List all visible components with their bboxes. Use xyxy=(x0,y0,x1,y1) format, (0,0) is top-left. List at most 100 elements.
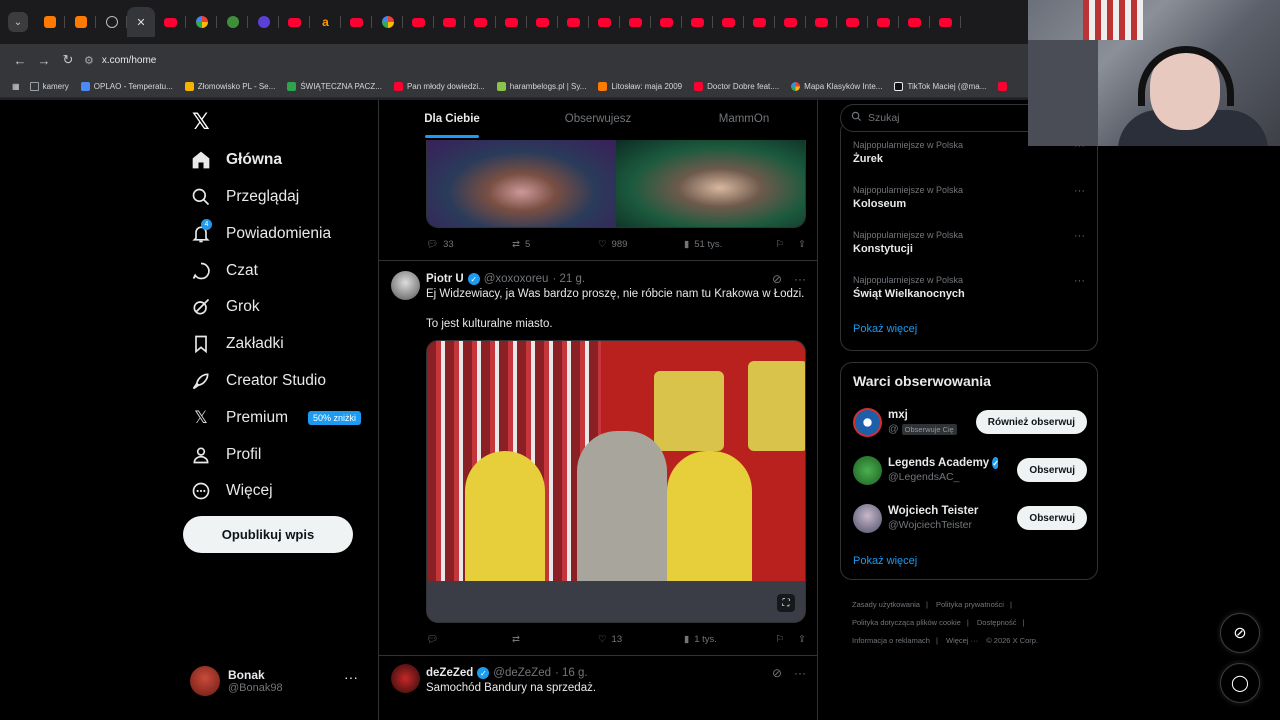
like-button[interactable]: ♡ 13 xyxy=(598,634,684,645)
browser-tab[interactable] xyxy=(620,7,651,37)
browser-tab[interactable] xyxy=(806,7,837,37)
browser-tab[interactable] xyxy=(868,7,899,37)
nav-item-chat[interactable]: Czat xyxy=(190,256,258,286)
bookmark-item[interactable]: Doctor Dobre feat.... xyxy=(694,82,779,91)
trend-item[interactable]: Najpopularniejsze w Polska Koloseum ··· xyxy=(853,185,1085,210)
browser-tab[interactable] xyxy=(527,7,558,37)
browser-tab[interactable] xyxy=(744,7,775,37)
address-bar[interactable]: ⚙ x.com/home xyxy=(84,54,156,67)
tab-for-you[interactable]: Dla Ciebie xyxy=(379,100,525,138)
more-horizontal-icon[interactable]: ··· xyxy=(794,272,806,286)
browser-tab[interactable] xyxy=(403,7,434,37)
nav-item-more[interactable]: Więcej xyxy=(190,476,273,506)
share-icon[interactable]: ⇪ xyxy=(798,634,806,645)
bookmark-item[interactable]: Pan młody dowiedzi... xyxy=(393,82,485,91)
nav-item-bookmarks[interactable]: Zakładki xyxy=(190,329,284,359)
footer-link[interactable]: Polityka dotycząca plików cookie xyxy=(852,618,961,627)
follow-back-button[interactable]: Również obserwuj xyxy=(975,410,1087,434)
browser-tab[interactable] xyxy=(496,7,527,37)
footer-link[interactable]: Polityka prywatności xyxy=(936,600,1004,609)
browser-tab[interactable] xyxy=(558,7,589,37)
bookmark-item[interactable]: Mapa Klasyków Inte... xyxy=(791,82,882,91)
nav-item-premium[interactable]: 𝕏 Premium 50% zniżki xyxy=(190,403,362,433)
bookmark-item[interactable] xyxy=(998,82,1008,91)
browser-tab-active[interactable]: ✕ xyxy=(127,7,155,37)
follow-suggestion[interactable]: Wojciech Teister @WojciechTeister Obserw… xyxy=(853,502,1087,534)
share-icon[interactable]: ⇪ xyxy=(798,239,806,250)
nav-item-home[interactable]: Główna xyxy=(190,145,282,175)
browser-tab[interactable] xyxy=(930,7,961,37)
browser-tab[interactable] xyxy=(217,7,248,37)
footer-link[interactable]: Dostępność xyxy=(977,618,1017,627)
show-more-link[interactable]: Pokaż więcej xyxy=(853,323,917,335)
like-button[interactable]: ♡ 989 xyxy=(598,239,684,250)
nav-item-notifications[interactable]: 4 Powiadomienia xyxy=(190,219,331,249)
nav-item-profile[interactable]: Profil xyxy=(190,440,261,470)
follow-button[interactable]: Obserwuj xyxy=(1017,458,1087,482)
avatar[interactable] xyxy=(391,271,420,300)
tweet-media[interactable] xyxy=(426,140,806,228)
bookmark-icon[interactable]: ⚐ xyxy=(776,634,785,645)
trend-item[interactable]: Najpopularniejsze w Polska Świąt Wielkan… xyxy=(853,275,1085,300)
more-horizontal-icon[interactable]: ··· xyxy=(794,666,806,680)
browser-tab[interactable] xyxy=(341,7,372,37)
grok-icon[interactable]: ⊘ xyxy=(772,272,782,286)
bookmark-item[interactable]: ŚWIĄTECZNA PACZ... xyxy=(287,82,382,91)
site-info-icon[interactable]: ⚙ xyxy=(84,54,94,67)
bookmark-item[interactable]: OPLAO - Temperatu... xyxy=(80,82,173,91)
browser-tab[interactable]: a xyxy=(310,7,341,37)
bookmark-item[interactable]: Litosław: maja 2009 xyxy=(598,82,682,91)
footer-link[interactable]: Zasady użytkowania xyxy=(852,600,920,609)
close-tab-icon[interactable]: ✕ xyxy=(136,16,145,29)
browser-tab[interactable] xyxy=(899,7,930,37)
bookmark-icon[interactable]: ⚐ xyxy=(776,239,785,250)
nav-item-creator-studio[interactable]: Creator Studio xyxy=(190,366,326,396)
author-handle[interactable]: @deZeZed xyxy=(493,667,551,679)
more-horizontal-icon[interactable]: ··· xyxy=(344,669,358,685)
tab-list[interactable]: MammOn xyxy=(671,100,817,138)
author-name[interactable]: deZeZed xyxy=(426,667,473,679)
tab-search-button[interactable]: ⌄ xyxy=(8,12,28,32)
browser-tab[interactable] xyxy=(186,7,217,37)
browser-tab[interactable] xyxy=(155,7,186,37)
tab-following[interactable]: Obserwujesz xyxy=(525,100,671,138)
trend-item[interactable]: Najpopularniejsze w Polska Konstytucji ·… xyxy=(853,230,1085,255)
grok-fab-button[interactable]: ⊘ xyxy=(1220,613,1260,653)
browser-tab[interactable] xyxy=(837,7,868,37)
views-button[interactable]: ▮ 51 tys. xyxy=(684,239,770,250)
apps-icon[interactable]: ▦ xyxy=(12,82,20,91)
chat-fab-button[interactable]: ◯ xyxy=(1220,663,1260,703)
footer-link[interactable]: Informacja o reklamach xyxy=(852,636,930,645)
tweet-media[interactable]: ⛶ xyxy=(426,340,806,623)
tweet-time[interactable]: · 16 g. xyxy=(555,667,588,679)
follow-suggestion[interactable]: mxj @ Obserwuje Cię Również obserwuj xyxy=(853,406,1087,438)
reply-button[interactable]: 💬︎ 33 xyxy=(426,239,512,250)
browser-tab[interactable] xyxy=(372,7,403,37)
browser-tab[interactable] xyxy=(713,7,744,37)
author-handle[interactable]: @xoxoxoreu xyxy=(484,273,549,285)
browser-tab[interactable] xyxy=(589,7,620,37)
x-logo-icon[interactable]: 𝕏 xyxy=(192,110,210,135)
author-name[interactable]: Piotr U xyxy=(426,273,464,285)
bookmark-item[interactable]: Złomowisko PL - Se... xyxy=(184,82,275,91)
browser-tab[interactable] xyxy=(279,7,310,37)
browser-tab[interactable] xyxy=(34,7,65,37)
nav-item-grok[interactable]: Grok xyxy=(190,292,260,322)
show-more-link[interactable]: Pokaż więcej xyxy=(853,555,917,567)
forward-icon[interactable]: → xyxy=(32,48,56,72)
avatar[interactable] xyxy=(391,664,420,693)
post-button[interactable]: Opublikuj wpis xyxy=(183,516,353,553)
nav-item-explore[interactable]: Przeglądaj xyxy=(190,182,299,212)
browser-tab[interactable] xyxy=(65,7,96,37)
bookmark-item[interactable]: TikTok Maciej (@ma... xyxy=(894,82,986,91)
media-alt-icon[interactable]: ⛶ xyxy=(777,594,795,612)
tweet-time[interactable]: · 21 g. xyxy=(552,273,585,285)
browser-tab[interactable] xyxy=(682,7,713,37)
reply-button[interactable]: 💬︎ xyxy=(426,634,512,645)
more-horizontal-icon[interactable]: ··· xyxy=(1074,275,1085,287)
reload-icon[interactable]: ↻ xyxy=(56,48,80,72)
repost-button[interactable]: ⇄ 5 xyxy=(512,239,598,250)
follow-button[interactable]: Obserwuj xyxy=(1017,506,1087,530)
footer-link[interactable]: Więcej ··· xyxy=(946,636,978,645)
account-switcher[interactable]: Bonak @Bonak98 ··· xyxy=(190,661,370,701)
